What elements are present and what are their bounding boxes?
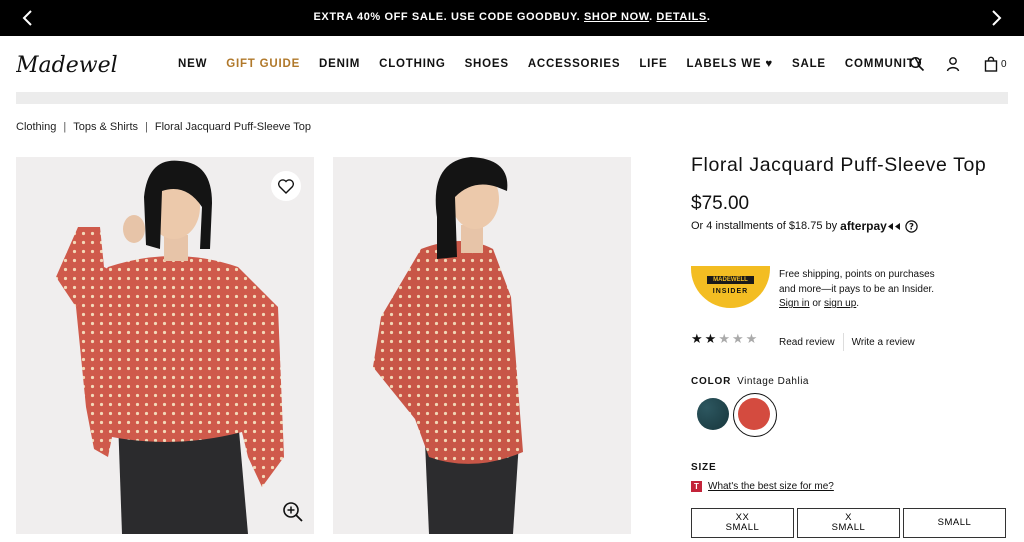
size-label: SIZE (691, 462, 717, 473)
search-icon[interactable] (909, 56, 925, 72)
swatch-dark-teal[interactable] (697, 398, 729, 430)
info-icon[interactable]: ? (905, 219, 918, 233)
nav-clothing[interactable]: CLOTHING (379, 58, 445, 70)
promo-text: EXTRA 40% OFF SALE. USE CODE GOODBUY. (313, 11, 581, 23)
chevron-right-icon[interactable] (986, 8, 1006, 28)
breadcrumb-clothing[interactable]: Clothing (16, 121, 56, 133)
color-value: Vintage Dahlia (737, 376, 809, 387)
star-empty-icon: ★ (718, 331, 730, 346)
nav-labels-we-love[interactable]: LABELS WE ♥ (686, 58, 773, 70)
product-price: $75.00 (691, 193, 750, 214)
promo-bar: EXTRA 40% OFF SALE. USE CODE GOODBUY. SH… (0, 0, 1024, 36)
promo-subbar (16, 92, 1008, 104)
afterpay-logo: afterpay (840, 219, 887, 233)
product-title: Floral Jacquard Puff-Sleeve Top (691, 154, 987, 176)
review-divider (842, 333, 844, 351)
size-help-link[interactable]: What's the best size for me? (708, 481, 834, 492)
product-photo-side[interactable] (333, 157, 631, 534)
breadcrumb: Clothing | Tops & Shirts | Floral Jacquard P… (16, 121, 312, 133)
bag-count: 0 (1001, 59, 1007, 70)
size-button-xx-small[interactable]: XX SMALL (691, 508, 794, 538)
insider-description: Free shipping, points on purchases and m… (779, 269, 935, 295)
size-label-small: SMALL (937, 517, 972, 528)
swatch-vintage-dahlia[interactable] (738, 398, 770, 430)
review-links: Read review Write a review (779, 333, 915, 351)
details-link[interactable]: DETAILS (656, 11, 706, 23)
insider-badge-brand: MADEWELL (707, 276, 754, 284)
svg-text:?: ? (909, 222, 914, 232)
rating-stars[interactable]: ★ ★ ★ ★ ★ (691, 332, 757, 345)
zoom-icon[interactable] (282, 501, 304, 523)
breadcrumb-tops-shirts[interactable]: Tops & Shirts (73, 121, 138, 133)
account-icon[interactable] (945, 56, 961, 72)
nav-sale[interactable]: SALE (792, 58, 826, 70)
madewell-logo[interactable]: Madewell (16, 50, 118, 80)
nav-new[interactable]: NEW (178, 58, 207, 70)
bag-icon[interactable] (983, 56, 999, 72)
size-guide-icon: T (691, 481, 702, 492)
nav-accessories[interactable]: ACCESSORIES (528, 58, 621, 70)
heart-icon (277, 179, 295, 194)
shop-now-link[interactable]: SHOP NOW (584, 11, 649, 23)
site-header: Madewell NEW GIFT GUIDE DENIM CLOTHING S… (0, 36, 1024, 92)
nav-life[interactable]: LIFE (639, 58, 667, 70)
write-review-link[interactable]: Write a review (852, 337, 915, 348)
main-nav: NEW GIFT GUIDE DENIM CLOTHING SHOES ACCE… (178, 58, 942, 70)
color-selector-label: COLOR Vintage Dahlia (691, 376, 809, 387)
color-label: COLOR (691, 376, 732, 387)
nav-gift-guide[interactable]: GIFT GUIDE (226, 58, 300, 70)
size-button-small[interactable]: SMALL (903, 508, 1006, 538)
insider-or: or (812, 298, 822, 309)
star-empty-icon: ★ (745, 331, 758, 346)
installments-text: Or 4 installments of $18.75 by (691, 220, 838, 232)
star-icon: ★ (691, 331, 703, 346)
promo-message: EXTRA 40% OFF SALE. USE CODE GOODBUY. SH… (313, 11, 711, 23)
product-photo-front[interactable] (16, 157, 314, 534)
size-label-x-small: X SMALL (831, 512, 866, 533)
insider-badge-label: INSIDER (712, 288, 749, 295)
read-review-link[interactable]: Read review (779, 337, 835, 348)
sign-up-link[interactable]: sign up (824, 298, 856, 309)
nav-denim[interactable]: DENIM (319, 58, 360, 70)
breadcrumb-current: Floral Jacquard Puff-Sleeve Top (154, 121, 312, 133)
installments-info: Or 4 installments of $18.75 by afterpay … (691, 219, 918, 233)
size-button-x-small[interactable]: X SMALL (797, 508, 900, 538)
sign-in-link[interactable]: Sign in (779, 298, 810, 309)
size-label-xx-small: XX SMALL (725, 512, 760, 533)
star-empty-icon: ★ (731, 331, 744, 346)
svg-text:Madewell: Madewell (16, 53, 118, 78)
afterpay-arrows-icon (887, 222, 900, 230)
insider-promo: Free shipping, points on purchases and m… (779, 269, 935, 309)
insider-badge: MADEWELL INSIDER (691, 266, 770, 308)
size-help: T What's the best size for me? (691, 481, 834, 492)
wishlist-button[interactable] (271, 171, 301, 201)
nav-shoes[interactable]: SHOES (465, 58, 509, 70)
star-icon: ★ (704, 331, 717, 346)
